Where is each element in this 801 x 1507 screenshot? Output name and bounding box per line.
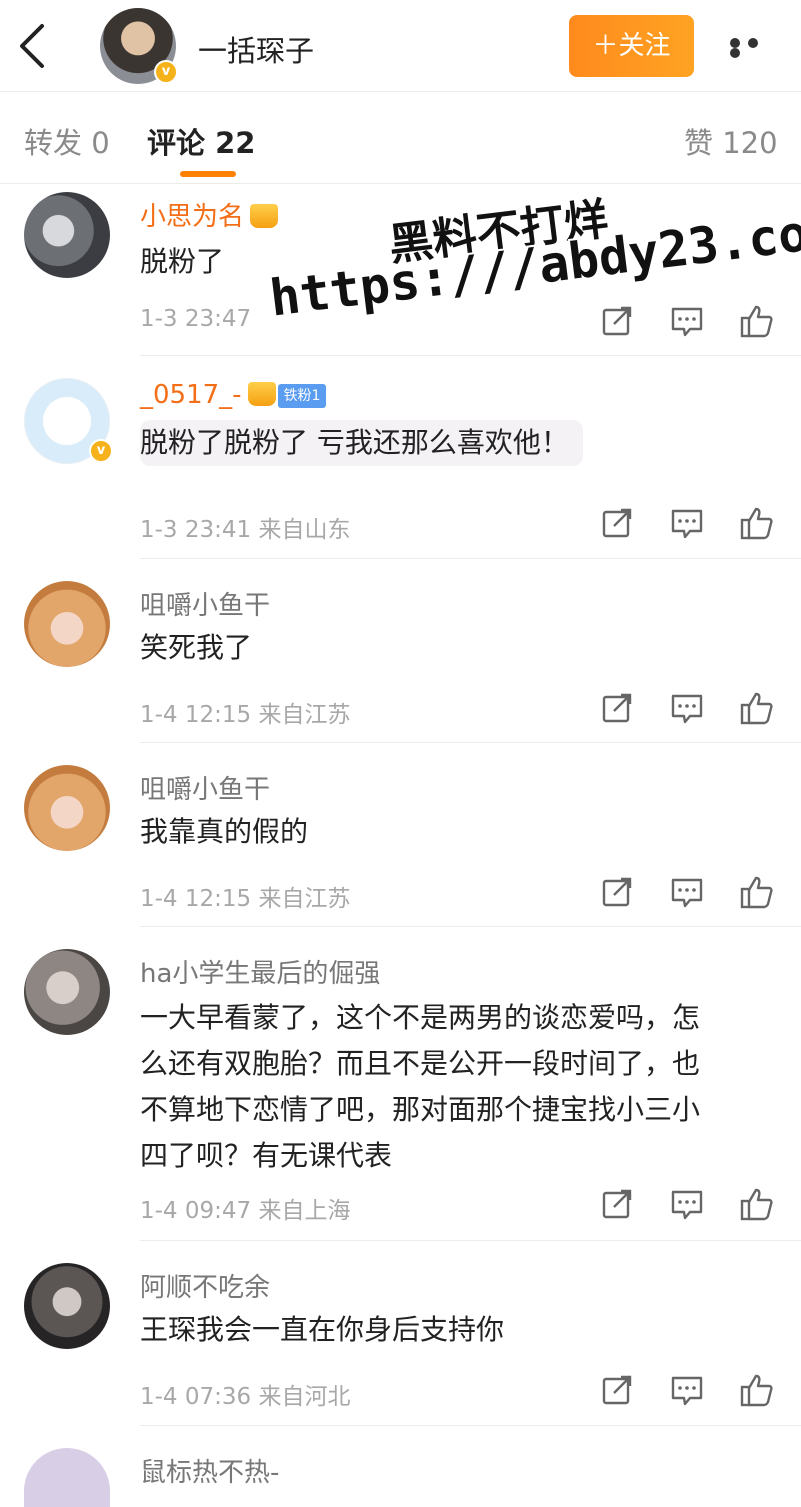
top-bar: v 一括琛子 ＋关注 [0,0,801,92]
thumbs-up-icon[interactable] [740,691,774,725]
divider [140,558,801,559]
comment-icon[interactable] [670,1187,704,1221]
crown-badge-icon [250,204,279,228]
divider [140,1425,801,1426]
comment-username[interactable]: _0517_- 铁粉1 [140,380,327,410]
thumbs-up-icon[interactable] [740,1187,774,1221]
divider [140,926,801,927]
tab-likes[interactable]: 赞 120 [684,120,778,162]
divider [140,742,801,743]
comment-text: 我靠真的假的 [140,815,309,848]
avatar[interactable] [24,1263,110,1349]
comment-username[interactable]: 阿顺不吃余 [140,1267,270,1304]
avatar[interactable] [24,1448,110,1507]
thumbs-up-icon[interactable] [740,875,774,909]
divider [140,1240,801,1241]
thumbs-up-icon[interactable] [740,304,774,338]
comment-actions [600,506,780,542]
comment-icon[interactable] [670,1373,704,1407]
tab-comment[interactable]: 评论 22 [147,120,255,162]
comment-meta: 1-3 23:41 来自山东 [140,517,351,543]
tab-bar: 转发 0 评论 22 赞 120 [0,92,801,184]
more-dots-icon[interactable] [730,38,780,58]
share-icon[interactable] [600,691,634,725]
avatar[interactable]: v [24,378,113,464]
comment-username[interactable]: 咀嚼小鱼干 [140,585,270,622]
comment-icon[interactable] [670,506,704,540]
crown-badge-icon [247,382,276,406]
comment-icon[interactable] [670,304,704,338]
comment-actions [600,1187,780,1223]
comment-username[interactable]: 咀嚼小鱼干 [140,769,270,806]
avatar[interactable] [24,581,110,667]
thumbs-up-icon[interactable] [740,506,774,540]
comment-username[interactable]: ha小学生最后的倔强 [140,953,380,990]
follow-button[interactable]: ＋关注 [569,15,694,77]
share-icon[interactable] [600,1187,634,1221]
back-arrow-icon[interactable] [14,22,54,70]
share-icon[interactable] [600,875,634,909]
comment-meta: 1-4 07:36 来自河北 [140,1384,351,1410]
comment-text: 王琛我会一直在你身后支持你 [140,1313,505,1346]
comment-actions [600,875,780,911]
comment-username[interactable]: 小思为名 [140,196,279,233]
avatar[interactable] [24,765,110,851]
tab-repost[interactable]: 转发 0 [24,120,110,162]
divider [140,355,801,356]
author-avatar[interactable]: v [100,8,178,84]
avatar[interactable] [24,949,110,1035]
verified-badge-icon: v [89,439,113,463]
comment-meta: 1-4 12:15 来自江苏 [140,886,351,912]
comment-meta: 1-4 12:15 来自江苏 [140,702,351,728]
avatar[interactable] [24,192,110,278]
share-icon[interactable] [600,1373,634,1407]
comment-meta: 1-3 23:47 [140,306,252,332]
active-tab-indicator [180,171,236,177]
comment-text: 笑死我了 [140,631,253,664]
verified-badge-icon: v [154,60,178,84]
share-icon[interactable] [600,506,634,540]
comment-meta: 1-4 09:47 来自上海 [140,1198,351,1224]
comment-icon[interactable] [670,691,704,725]
comment-actions [600,304,780,340]
comment-actions [600,691,780,727]
fan-level-badge: 铁粉1 [277,384,327,408]
comment-text: 一大早看蒙了，这个不是两男的谈恋爱吗，怎 么还有双胞胎？而且不是公开一段时间了，… [140,1001,701,1172]
author-name[interactable]: 一括琛子 [198,28,314,70]
thumbs-up-icon[interactable] [740,1373,774,1407]
comment-actions [600,1373,780,1409]
comment-icon[interactable] [670,875,704,909]
comment-text: 脱粉了脱粉了 亏我还那么喜欢他！ [140,420,583,466]
comment-username[interactable]: 鼠标热不热- [140,1452,279,1489]
share-icon[interactable] [600,304,634,338]
